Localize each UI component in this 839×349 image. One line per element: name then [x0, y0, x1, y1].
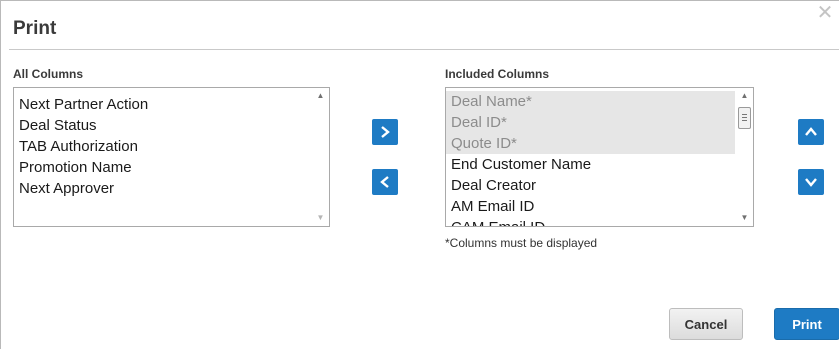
scroll-up-arrow-icon[interactable]: ▲ — [736, 88, 753, 104]
all-columns-item[interactable]: Next Approver — [14, 178, 329, 199]
close-icon[interactable]: ✕ — [815, 3, 835, 23]
move-down-button[interactable] — [798, 169, 824, 195]
included-columns-item[interactable]: Deal Creator — [446, 175, 753, 196]
chevron-left-icon — [380, 176, 389, 188]
chevron-up-icon — [805, 127, 817, 136]
cancel-button[interactable]: Cancel — [669, 308, 743, 340]
included-columns-listbox[interactable]: Deal Name* Deal ID* Quote ID* End Custom… — [445, 87, 754, 227]
all-columns-item[interactable]: Promotion Name — [14, 157, 329, 178]
included-columns-scrollbar[interactable]: ▲ ▼ — [736, 88, 753, 226]
move-up-button[interactable] — [798, 119, 824, 145]
print-dialog: Print ✕ All Columns Next Partner Action … — [0, 0, 839, 349]
all-columns-item[interactable]: Deal Status — [14, 115, 329, 136]
chevron-right-icon — [381, 126, 390, 138]
remove-column-button[interactable] — [372, 169, 398, 195]
included-columns-item[interactable]: CAM Email ID — [446, 217, 753, 226]
dialog-title: Print — [13, 18, 57, 39]
print-button[interactable]: Print — [774, 308, 839, 340]
all-columns-item[interactable]: Next Partner Action — [14, 94, 329, 115]
included-columns-item-fixed: Quote ID* — [446, 133, 735, 154]
included-columns-item[interactable]: End Customer Name — [446, 154, 753, 175]
included-columns-item[interactable]: AM Email ID — [446, 196, 753, 217]
add-column-button[interactable] — [372, 119, 398, 145]
all-columns-item[interactable]: TAB Authorization — [14, 136, 329, 157]
required-columns-note: *Columns must be displayed — [445, 236, 598, 250]
title-divider — [9, 49, 839, 50]
scroll-thumb[interactable] — [738, 107, 751, 129]
all-columns-scrollbar[interactable]: ▲ ▼ — [312, 88, 329, 226]
scroll-down-arrow-icon[interactable]: ▼ — [312, 210, 329, 226]
included-columns-item-fixed: Deal ID* — [446, 112, 735, 133]
all-columns-listbox[interactable]: Next Partner Action Deal Status TAB Auth… — [13, 87, 330, 227]
included-columns-item-fixed: Deal Name* — [446, 91, 735, 112]
included-columns-label: Included Columns — [445, 67, 550, 81]
scroll-up-arrow-icon[interactable]: ▲ — [312, 88, 329, 104]
scroll-down-arrow-icon[interactable]: ▼ — [736, 210, 753, 226]
all-columns-label: All Columns — [13, 67, 84, 81]
chevron-down-icon — [805, 178, 817, 187]
